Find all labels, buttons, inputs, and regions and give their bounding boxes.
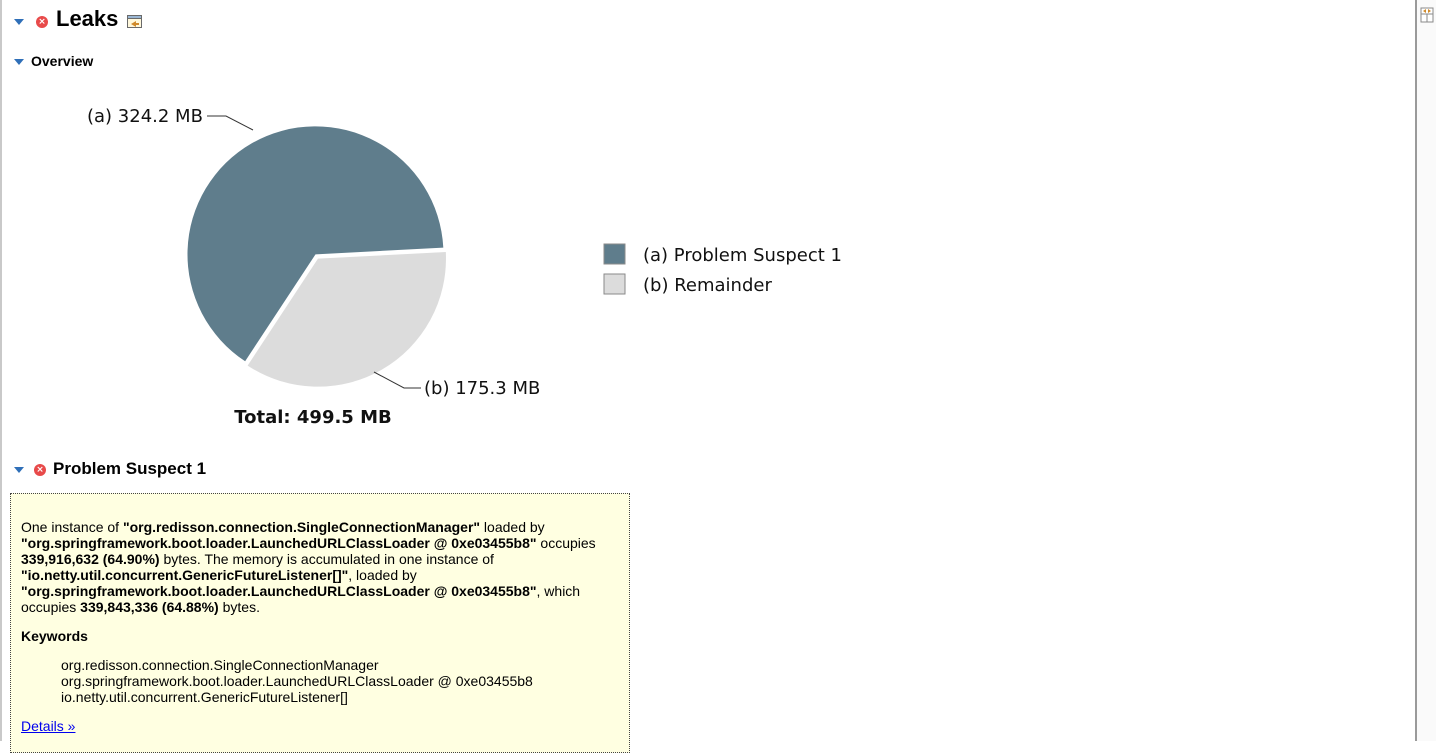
desc-accumulated-bytes: 339,843,336 (64.88%) (80, 599, 219, 615)
desc-retained-bytes: 339,916,632 (64.90%) (21, 551, 160, 567)
legend-label-b: (b) Remainder (643, 275, 772, 296)
desc-text: occupies (536, 535, 596, 551)
desc-text: bytes. (218, 599, 260, 615)
details-link[interactable]: Details » (21, 718, 75, 734)
keyword-item: org.springframework.boot.loader.Launched… (61, 673, 533, 689)
desc-text: One instance of (21, 519, 123, 535)
slice-label-b: (b) 175.3 MB (424, 378, 540, 399)
keyword-item: io.netty.util.concurrent.GenericFutureLi… (61, 689, 348, 705)
suspect-description: One instance of "org.redisson.connection… (21, 519, 621, 615)
suspect-description-box: One instance of "org.redisson.connection… (10, 493, 630, 753)
total-label: Total: 499.5 MB (234, 407, 391, 428)
keywords-list: org.redisson.connection.SingleConnection… (61, 657, 533, 705)
slice-label-a: (a) 324.2 MB (87, 106, 203, 127)
legend-label-a: (a) Problem Suspect 1 (643, 245, 842, 266)
keyword-item: org.redisson.connection.SingleConnection… (61, 657, 379, 673)
overview-pie-chart: (a) 324.2 MB (b) 175.3 MB Total: 499.5 M… (87, 106, 842, 428)
desc-text: bytes. The memory is accumulated in one … (159, 551, 494, 567)
suspect-collapse-twisty-icon[interactable] (13, 466, 25, 474)
desc-class-name: "org.redisson.connection.SingleConnectio… (122, 519, 481, 535)
desc-text: , loaded by (348, 567, 417, 583)
error-icon: × (34, 464, 46, 476)
desc-text: loaded by (480, 519, 545, 535)
suspect-heading: Problem Suspect 1 (53, 459, 207, 478)
desc-accumulation-class: "io.netty.util.concurrent.GenericFutureL… (21, 567, 349, 583)
desc-classloader-2: "org.springframework.boot.loader.Launche… (21, 583, 537, 599)
legend-swatch-a (603, 243, 626, 265)
keywords-heading: Keywords (21, 628, 88, 644)
legend-swatch-b (603, 273, 626, 295)
right-toolbar-strip (1417, 0, 1436, 741)
layout-toggle-icon[interactable] (1420, 6, 1434, 24)
leader-line-a (207, 115, 254, 131)
leader-line-b (373, 371, 421, 389)
desc-classloader: "org.springframework.boot.loader.Launche… (21, 535, 537, 551)
